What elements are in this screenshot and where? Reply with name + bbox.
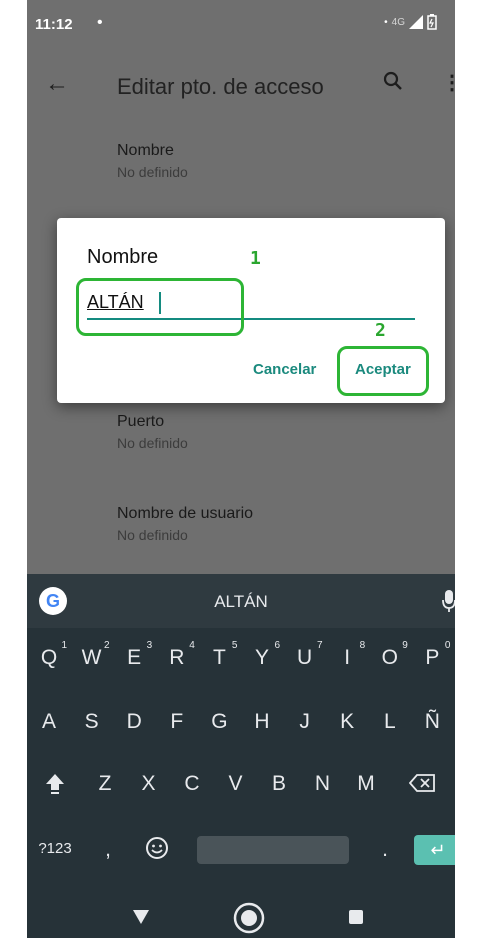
- pref-title: Nombre: [117, 142, 174, 159]
- key-s[interactable]: S: [72, 710, 112, 734]
- status-time: 11:12: [35, 16, 73, 33]
- emoji-icon[interactable]: [145, 836, 169, 860]
- key-hint: 7: [317, 640, 323, 651]
- page-title: Editar pto. de acceso: [117, 74, 324, 99]
- key-p[interactable]: P0: [412, 640, 452, 670]
- pref-subtitle: No definido: [117, 164, 188, 180]
- key-v[interactable]: V: [216, 772, 256, 796]
- key-hint: 4: [189, 640, 195, 651]
- key-hint: 9: [402, 640, 408, 651]
- network-type: 4G: [391, 16, 405, 28]
- key-hint: 1: [61, 640, 67, 651]
- key-b[interactable]: B: [259, 772, 299, 796]
- recents-nav-icon[interactable]: [349, 910, 363, 924]
- back-nav-icon[interactable]: [133, 910, 149, 924]
- phone-screen: 11:12 • • 4G ← Editar pto. de acceso ⋮ N…: [27, 0, 455, 938]
- key-u[interactable]: U7: [285, 640, 325, 670]
- key-m[interactable]: M: [346, 772, 386, 796]
- key-c[interactable]: C: [172, 772, 212, 796]
- status-bar: 11:12 • • 4G: [27, 0, 455, 50]
- key-ñ[interactable]: Ñ: [412, 710, 452, 734]
- key-k[interactable]: K: [327, 710, 367, 734]
- key-row-4: ?123 , . ↵: [27, 820, 455, 878]
- home-nav-icon[interactable]: [233, 902, 265, 934]
- cancel-button[interactable]: Cancelar: [253, 361, 316, 378]
- notification-dot: •: [97, 14, 103, 31]
- period-key[interactable]: .: [375, 838, 395, 862]
- suggestion-word[interactable]: ALTÁN: [27, 592, 455, 612]
- key-row-2: ASDFGHJKLÑ: [27, 692, 455, 750]
- comma-key[interactable]: ,: [98, 838, 118, 862]
- annotation-number-1: 1: [250, 248, 261, 269]
- back-arrow-icon[interactable]: ←: [45, 70, 69, 98]
- battery-icon: [427, 14, 437, 30]
- key-e[interactable]: E3: [114, 640, 154, 670]
- dialog-title: Nombre: [87, 246, 159, 268]
- symbols-key[interactable]: ?123: [33, 840, 77, 857]
- backspace-icon[interactable]: [409, 774, 435, 792]
- pref-title: Nombre de usuario: [117, 505, 254, 522]
- more-options-icon[interactable]: ⋮: [442, 70, 455, 95]
- key-z[interactable]: Z: [85, 772, 125, 796]
- annotation-box-2: [337, 346, 429, 396]
- key-hint: 5: [231, 640, 238, 651]
- key-h[interactable]: H: [242, 710, 282, 734]
- key-g[interactable]: G: [199, 710, 239, 734]
- space-key[interactable]: [197, 836, 349, 864]
- key-a[interactable]: A: [29, 710, 69, 734]
- key-row-1: Q1W2E3R4T5Y6U7I8O9P0: [27, 628, 455, 686]
- key-l[interactable]: L: [370, 710, 410, 734]
- key-f[interactable]: F: [157, 710, 197, 734]
- key-hint: 0: [444, 640, 451, 651]
- pref-subtitle: No definido: [117, 435, 188, 451]
- key-x[interactable]: X: [129, 772, 169, 796]
- enter-key[interactable]: ↵: [414, 835, 455, 865]
- key-y[interactable]: Y6: [242, 640, 282, 670]
- navigation-bar: [27, 900, 455, 938]
- key-j[interactable]: J: [285, 710, 325, 734]
- suggestion-strip: G ALTÁN: [27, 574, 455, 628]
- search-icon[interactable]: [382, 70, 404, 92]
- pref-subtitle: No definido: [117, 527, 188, 543]
- pref-item-nombre-de-usuario[interactable]: Nombre de usuario No definido: [117, 505, 253, 543]
- status-dot: •: [384, 16, 388, 28]
- edit-name-dialog: Nombre ALTÁN Cancelar Aceptar 1 2: [57, 218, 445, 403]
- app-bar: ← Editar pto. de acceso ⋮: [27, 58, 455, 114]
- key-hint: 8: [359, 640, 366, 651]
- key-hint: 6: [274, 640, 280, 651]
- pref-item-puerto[interactable]: Puerto No definido: [117, 413, 188, 451]
- key-hint: 2: [104, 640, 110, 651]
- key-o[interactable]: O9: [370, 640, 410, 670]
- key-r[interactable]: R4: [157, 640, 197, 670]
- key-i[interactable]: I8: [327, 640, 367, 670]
- annotation-number-2: 2: [375, 320, 386, 341]
- key-hint: 3: [146, 640, 153, 651]
- status-icons: • 4G: [384, 14, 437, 30]
- key-d[interactable]: D: [114, 710, 154, 734]
- pref-item-nombre[interactable]: Nombre No definido: [117, 142, 188, 180]
- key-t[interactable]: T5: [199, 640, 239, 670]
- key-q[interactable]: Q1: [29, 640, 69, 670]
- pref-title: Puerto: [117, 413, 165, 430]
- key-w[interactable]: W2: [72, 640, 112, 670]
- annotation-box-1: [76, 278, 244, 336]
- signal-icon: [409, 15, 423, 29]
- shift-icon[interactable]: [44, 772, 66, 794]
- key-row-3: ZXCVBNM: [27, 754, 455, 812]
- key-n[interactable]: N: [303, 772, 343, 796]
- keyboard: G ALTÁN Q1W2E3R4T5Y6U7I8O9P0 ASDFGHJKLÑ …: [27, 574, 455, 900]
- microphone-icon[interactable]: [442, 589, 455, 613]
